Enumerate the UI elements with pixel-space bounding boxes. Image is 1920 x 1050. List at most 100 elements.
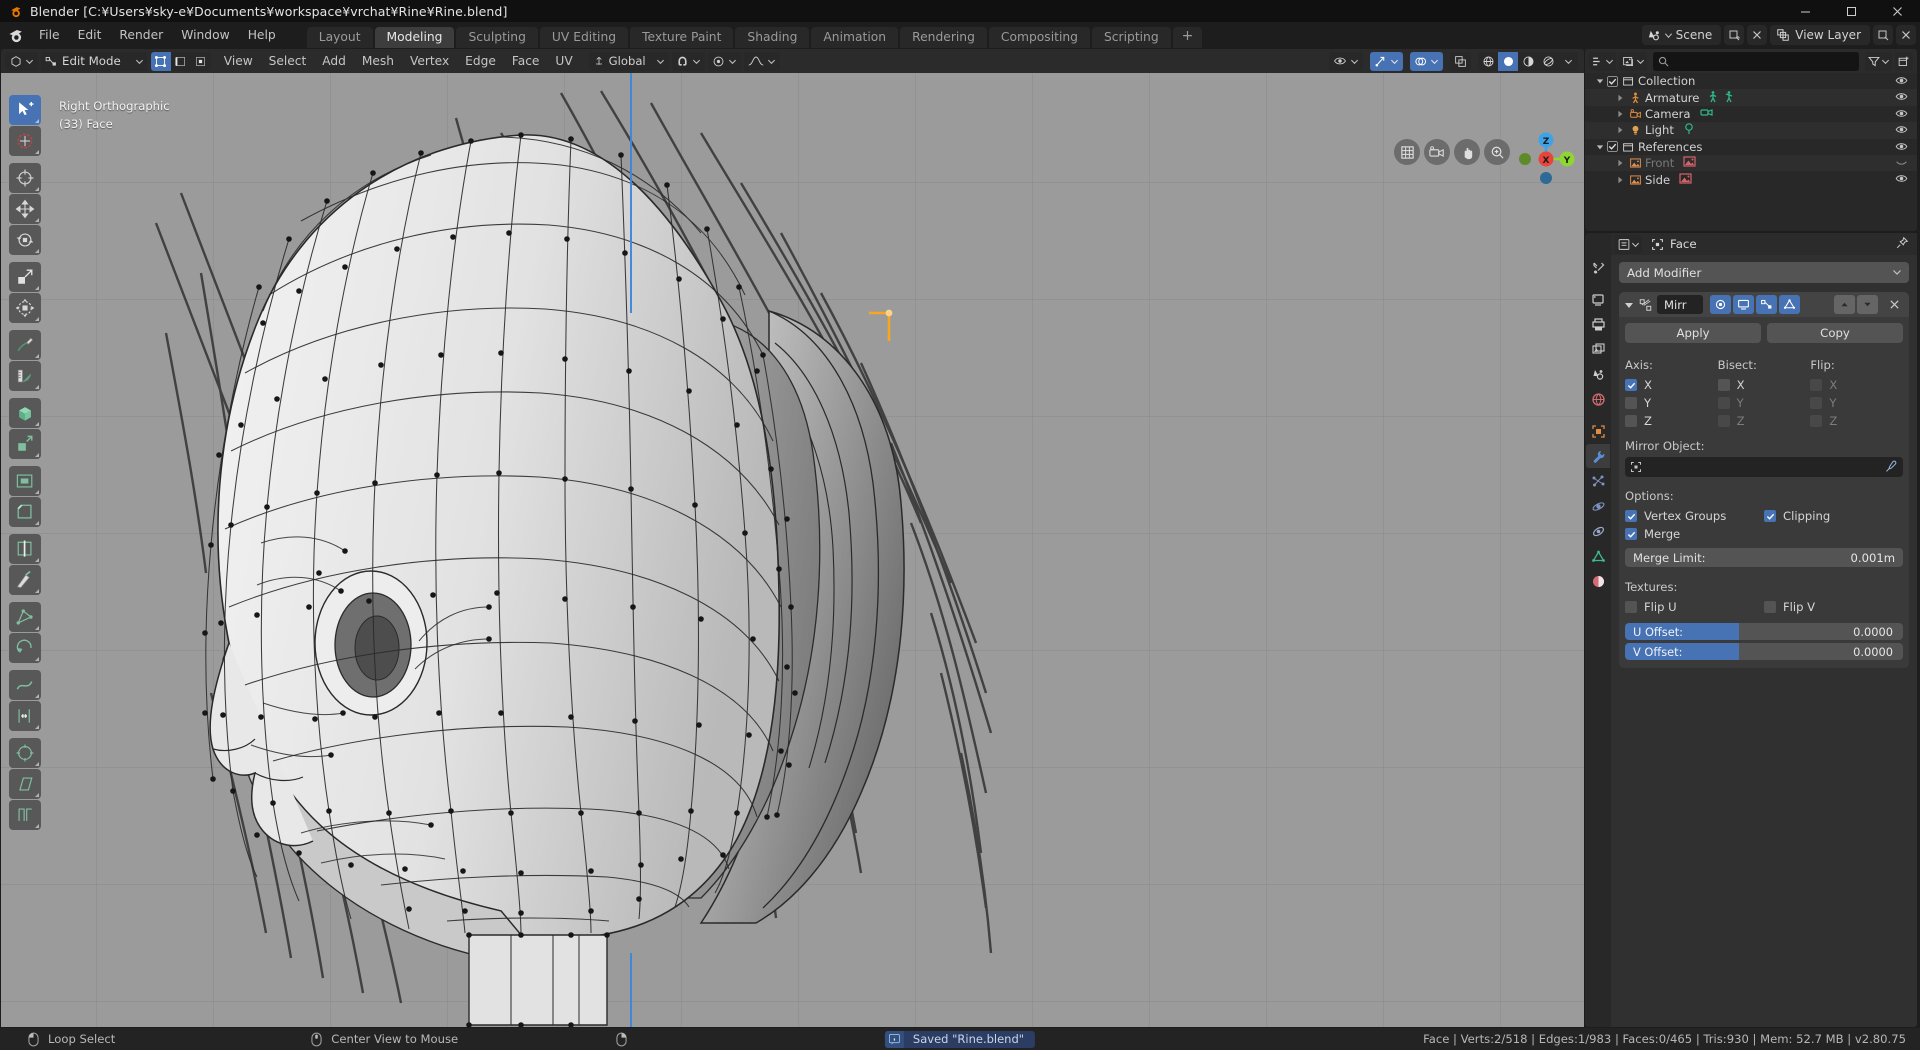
visibility-toggle[interactable] (1895, 140, 1908, 156)
outliner-row-armature[interactable]: Armature (1585, 89, 1917, 106)
move-view-button[interactable] (1454, 139, 1480, 165)
solid-shading-button[interactable] (1498, 51, 1518, 71)
merge-row[interactable]: Merge (1625, 525, 1764, 543)
camera-data-icon[interactable] (1699, 106, 1713, 122)
collection-checkbox[interactable] (1606, 74, 1619, 88)
outliner-row-front[interactable]: Front (1585, 154, 1917, 172)
menu-file[interactable]: File (30, 24, 69, 46)
cursor-tool[interactable] (9, 163, 41, 193)
render-tab[interactable] (1586, 287, 1610, 311)
outliner-row-collection[interactable]: Collection (1585, 73, 1917, 89)
outliner-row-light[interactable]: Light (1585, 122, 1917, 139)
viewport-menu-select[interactable]: Select (261, 52, 315, 71)
realtime-toggle-button[interactable] (1733, 295, 1754, 314)
outliner-search-input[interactable] (1653, 51, 1859, 71)
move-modifier-up-button[interactable] (1834, 295, 1855, 314)
copy-modifier-button[interactable]: Copy (1767, 323, 1903, 343)
loop-cut-tool[interactable] (9, 534, 41, 564)
proportional-editing-button[interactable] (707, 51, 741, 71)
rendered-shading-button[interactable] (1538, 52, 1558, 71)
shading-options-button[interactable] (1558, 52, 1578, 71)
edit-mode-toggle-button[interactable] (1756, 295, 1777, 314)
edge-select-button[interactable] (171, 52, 191, 71)
annotate-tool[interactable] (9, 330, 41, 360)
vertex-select-button[interactable] (150, 51, 171, 71)
apply-modifier-button[interactable]: Apply (1625, 323, 1761, 343)
image-data-icon[interactable] (1683, 155, 1696, 171)
axis-z-row[interactable]: Z (1625, 412, 1718, 430)
shrink-fatten-tool[interactable] (9, 738, 41, 768)
menu-help[interactable]: Help (239, 24, 285, 46)
spin-tool[interactable] (9, 633, 41, 663)
viewport-menu-edge[interactable]: Edge (457, 52, 504, 71)
workspace-tab-layout[interactable]: Layout (306, 27, 373, 48)
visibility-toggle[interactable] (1895, 156, 1908, 172)
poly-build-tool[interactable] (9, 602, 41, 632)
expand-toggle[interactable] (1613, 123, 1626, 137)
modifier-name-field[interactable]: Mirr (1657, 295, 1703, 314)
remove-view-layer-button[interactable] (1896, 25, 1916, 45)
properties-editor-type[interactable] (1615, 234, 1642, 254)
select-box-tool[interactable] (9, 126, 41, 156)
axis-y-checkbox[interactable] (1625, 397, 1637, 409)
new-scene-button[interactable] (1724, 25, 1745, 45)
expand-toggle[interactable] (1593, 74, 1606, 88)
face-select-button[interactable] (191, 52, 211, 71)
eyedropper-icon[interactable] (1884, 460, 1897, 473)
outliner-filter-button[interactable] (1865, 51, 1892, 71)
xray-toggle[interactable] (1450, 51, 1471, 71)
display-mode-selector[interactable] (1619, 51, 1647, 71)
clipping-checkbox[interactable] (1764, 510, 1776, 522)
viewport-menu-add[interactable]: Add (314, 52, 354, 71)
visibility-toggle[interactable] (1895, 172, 1908, 188)
axis-y-row[interactable]: Y (1625, 394, 1718, 412)
measure-tool[interactable] (9, 361, 41, 391)
workspace-tab-modeling[interactable]: Modeling (374, 27, 455, 48)
move-tool[interactable] (9, 194, 41, 224)
menu-window[interactable]: Window (172, 24, 239, 46)
vertex-groups-row[interactable]: Vertex Groups (1625, 507, 1764, 525)
outliner-row-camera[interactable]: Camera (1585, 106, 1917, 122)
transform-orientation-selector[interactable]: Global (588, 51, 669, 71)
interaction-mode-selector[interactable]: Edit Mode (41, 51, 147, 71)
outliner-row-side[interactable]: Side (1585, 171, 1917, 187)
outliner-editor-type[interactable] (1589, 51, 1616, 71)
flip-u-checkbox[interactable] (1625, 601, 1637, 613)
axis-gizmo[interactable]: Z X Y (1519, 132, 1575, 184)
minimize-button[interactable] (1782, 0, 1828, 22)
new-collection-button[interactable] (1895, 51, 1913, 71)
wireframe-shading-button[interactable] (1478, 52, 1498, 71)
knife-tool[interactable] (9, 565, 41, 595)
bisect-x-checkbox[interactable] (1717, 379, 1730, 391)
bisect-x-row[interactable]: X (1717, 376, 1811, 394)
viewport-canvas[interactable]: Right Orthographic (33) Face Z X Y (1, 73, 1584, 1027)
snap-button[interactable] (671, 51, 705, 71)
workspace-tab-sculpting[interactable]: Sculpting (456, 27, 538, 48)
armature-data-icon[interactable] (1708, 90, 1721, 106)
physics-tab[interactable] (1586, 494, 1610, 518)
rip-region-tool[interactable] (9, 800, 41, 830)
material-tab[interactable] (1586, 569, 1610, 593)
visibility-toggle[interactable] (1895, 123, 1908, 139)
workspace-tab-uv-editing[interactable]: UV Editing (539, 27, 629, 48)
extrude-region-tool[interactable] (9, 429, 41, 459)
toggle-grid-button[interactable] (1394, 139, 1420, 165)
edge-slide-tool[interactable] (9, 701, 41, 731)
remove-modifier-button[interactable] (1885, 295, 1904, 314)
move-modifier-down-button[interactable] (1857, 295, 1878, 314)
world-tab[interactable] (1586, 387, 1610, 411)
workspace-tab-texture-paint[interactable]: Texture Paint (630, 27, 734, 48)
flip-u-row[interactable]: Flip U (1625, 598, 1764, 616)
maximize-button[interactable] (1828, 0, 1874, 22)
v-offset-field[interactable]: V Offset: 0.0000 (1625, 643, 1903, 660)
rotate-tool[interactable] (9, 225, 41, 255)
clipping-row[interactable]: Clipping (1764, 507, 1903, 525)
merge-checkbox[interactable] (1625, 528, 1637, 540)
new-view-layer-button[interactable] (1873, 25, 1893, 45)
viewport-menu-uv[interactable]: UV (547, 52, 580, 71)
workspace-tab-shading[interactable]: Shading (735, 27, 810, 48)
zoom-view-button[interactable] (1484, 139, 1510, 165)
viewport-menu-mesh[interactable]: Mesh (354, 52, 402, 71)
scale-tool[interactable] (9, 262, 41, 292)
blender-logo-icon[interactable] (6, 25, 26, 45)
